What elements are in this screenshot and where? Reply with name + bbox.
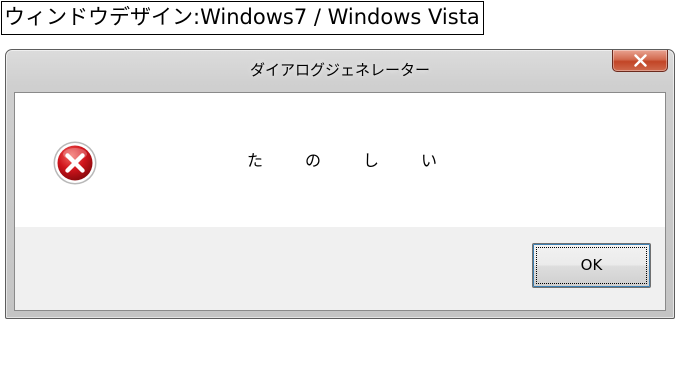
- message-text: たのしい: [246, 151, 479, 170]
- close-button[interactable]: [612, 50, 668, 72]
- dialog-window: ダイアログジェネレーター たのしい OK: [5, 49, 675, 319]
- dialog-client-area: たのしい OK: [14, 92, 666, 311]
- close-icon: [634, 54, 647, 67]
- window-design-caption: ウィンドウデザイン:Windows7 / Windows Vista: [1, 1, 484, 35]
- message-panel: たのしい: [15, 93, 665, 227]
- ok-button-label: OK: [580, 256, 603, 274]
- ok-button[interactable]: OK: [532, 243, 651, 288]
- window-title: ダイアログジェネレーター: [249, 61, 430, 79]
- title-bar[interactable]: ダイアログジェネレーター: [6, 50, 674, 90]
